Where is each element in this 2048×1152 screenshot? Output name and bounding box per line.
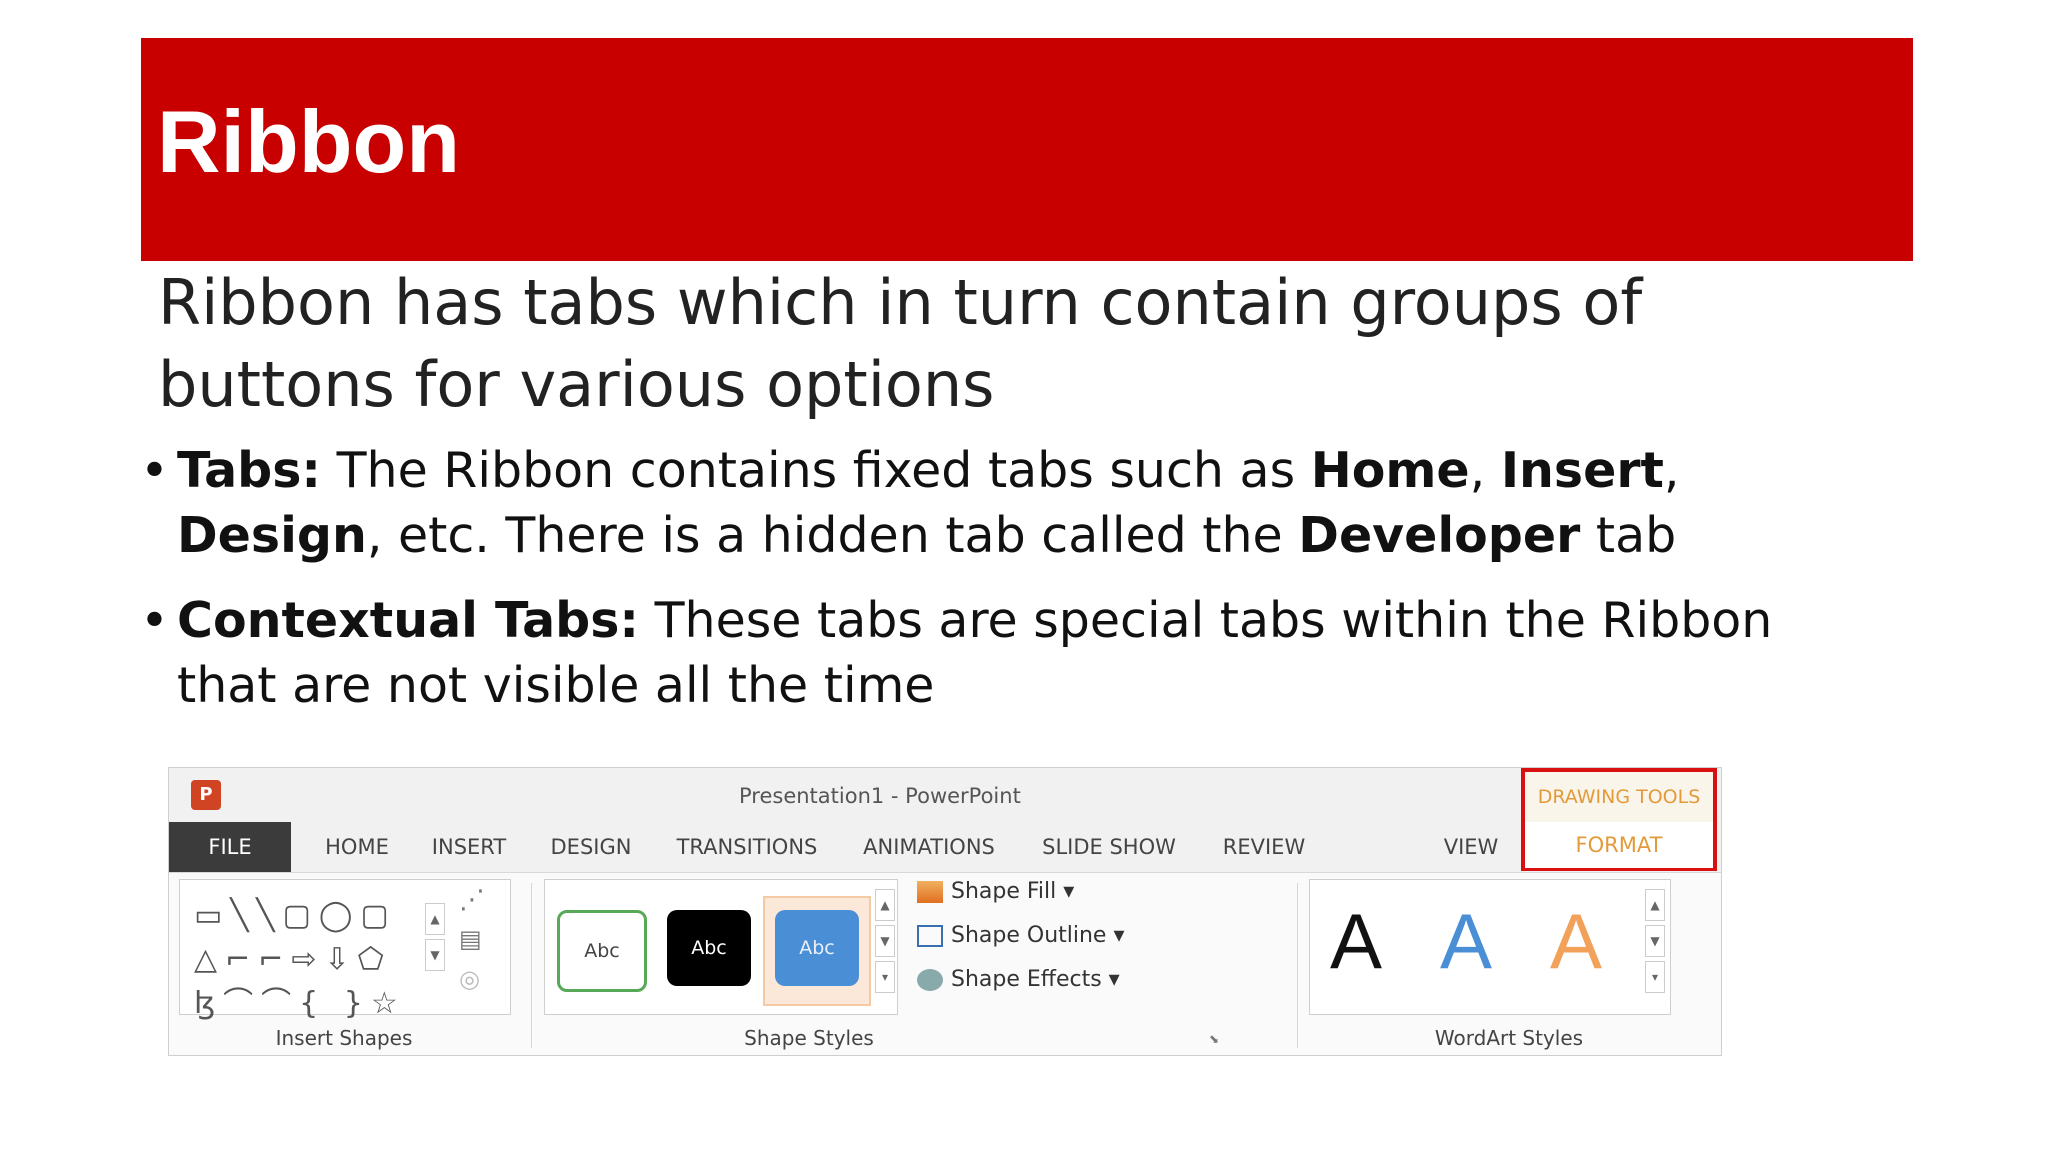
shapes-icons: ▭╲╲▢◯▢ △⌐⌐⇨⇩⬠ ɮ⌒⌒{ }☆ [194, 898, 406, 1021]
wordart-blue-a[interactable]: A [1440, 896, 1492, 987]
window-title: Presentation1 - PowerPoint [739, 784, 1021, 808]
group-wordart-styles: WordArt Styles [1434, 1026, 1584, 1050]
wordart-gallery[interactable]: A A A [1309, 879, 1671, 1015]
bullet-marker: • [140, 592, 169, 649]
ribbon-screenshot: P Presentation1 - PowerPoint FILE HOME I… [168, 767, 1722, 1056]
group-shape-styles: Shape Styles [744, 1026, 874, 1050]
term-insert: Insert [1500, 442, 1664, 499]
tab-insert[interactable]: INSERT [419, 822, 519, 872]
tab-view[interactable]: VIEW [1431, 822, 1511, 872]
shapes-scroll[interactable]: ▲ ▼ [425, 903, 445, 975]
ribbon-title-bar: P Presentation1 - PowerPoint [169, 768, 1721, 822]
bullet-text: The Ribbon contains fixed tabs such as [321, 442, 1311, 499]
bullet-label: Contextual Tabs: [177, 592, 640, 649]
edit-shape-icon[interactable]: ⋰ [459, 885, 485, 915]
ribbon-tab-strip: FILE HOME INSERT DESIGN TRANSITIONS ANIM… [169, 822, 1721, 872]
tab-transitions[interactable]: TRANSITIONS [663, 822, 831, 872]
text-box-icon[interactable]: ▤ [459, 925, 482, 953]
tab-file[interactable]: FILE [169, 822, 291, 872]
shape-fill-button[interactable]: Shape Fill ▾ [917, 879, 1074, 904]
punct: , [1469, 442, 1501, 499]
slide-subtitle: Ribbon has tabs which in turn contain gr… [158, 266, 1643, 421]
shape-effects-label: Shape Effects [951, 967, 1102, 992]
punct: , [1663, 442, 1680, 499]
bullet-text: , etc. There is a hidden tab called the [366, 507, 1299, 564]
term-design: Design [177, 507, 367, 564]
slide-title: Ribbon [157, 92, 461, 191]
effects-icon [917, 969, 943, 991]
powerpoint-icon[interactable]: P [191, 780, 221, 810]
bullet-tabs: • Tabs: The Ribbon contains fixed tabs s… [140, 438, 1840, 568]
title-banner: Ribbon [141, 38, 1913, 261]
paint-bucket-icon [917, 881, 943, 903]
wordart-black-a[interactable]: A [1330, 896, 1382, 987]
tab-home[interactable]: HOME [307, 822, 407, 872]
style-sample-blue[interactable]: Abc [775, 910, 859, 986]
group-separator [1297, 883, 1298, 1048]
tab-format[interactable]: FORMAT [1525, 822, 1713, 868]
shape-outline-label: Shape Outline [951, 923, 1107, 948]
ribbon-body: ▭╲╲▢◯▢ △⌐⌐⇨⇩⬠ ɮ⌒⌒{ }☆ ▲ ▼ ⋰ ▤ ◎ Insert Shap… [169, 872, 1721, 1055]
contextual-group-label: DRAWING TOOLS [1537, 786, 1701, 808]
bullet-text: tab [1580, 507, 1677, 564]
shape-effects-button[interactable]: Shape Effects ▾ [917, 967, 1120, 992]
bullet-label: Tabs: [177, 442, 322, 499]
merge-shapes-icon[interactable]: ◎ [459, 965, 480, 993]
tab-design[interactable]: DESIGN [541, 822, 641, 872]
term-home: Home [1310, 442, 1470, 499]
group-separator [531, 883, 532, 1048]
dialog-launcher-icon[interactable]: ⬊ [1209, 1032, 1223, 1046]
wordart-orange-a[interactable]: A [1550, 896, 1602, 987]
term-developer: Developer [1298, 507, 1581, 564]
group-insert-shapes: Insert Shapes [275, 1026, 413, 1050]
wordart-scroll[interactable]: ▲ ▼ ▾ [1645, 889, 1665, 997]
style-sample-outline[interactable]: Abc [557, 910, 647, 992]
styles-scroll[interactable]: ▲ ▼ ▾ [875, 889, 895, 997]
tab-animations[interactable]: ANIMATIONS [849, 822, 1009, 872]
bullet-list: • Tabs: The Ribbon contains fixed tabs s… [140, 438, 1840, 738]
tab-review[interactable]: REVIEW [1209, 822, 1319, 872]
contextual-tab-highlight: DRAWING TOOLS FORMAT [1521, 768, 1717, 871]
shape-fill-label: Shape Fill [951, 879, 1057, 904]
bullet-marker: • [140, 442, 169, 499]
shape-styles-gallery[interactable]: Abc Abc Abc [544, 879, 898, 1015]
tab-slide-show[interactable]: SLIDE SHOW [1029, 822, 1189, 872]
pen-icon [917, 925, 943, 947]
style-sample-dark[interactable]: Abc [667, 910, 751, 986]
bullet-contextual: • Contextual Tabs: These tabs are specia… [140, 588, 1840, 718]
shape-outline-button[interactable]: Shape Outline ▾ [917, 923, 1125, 948]
